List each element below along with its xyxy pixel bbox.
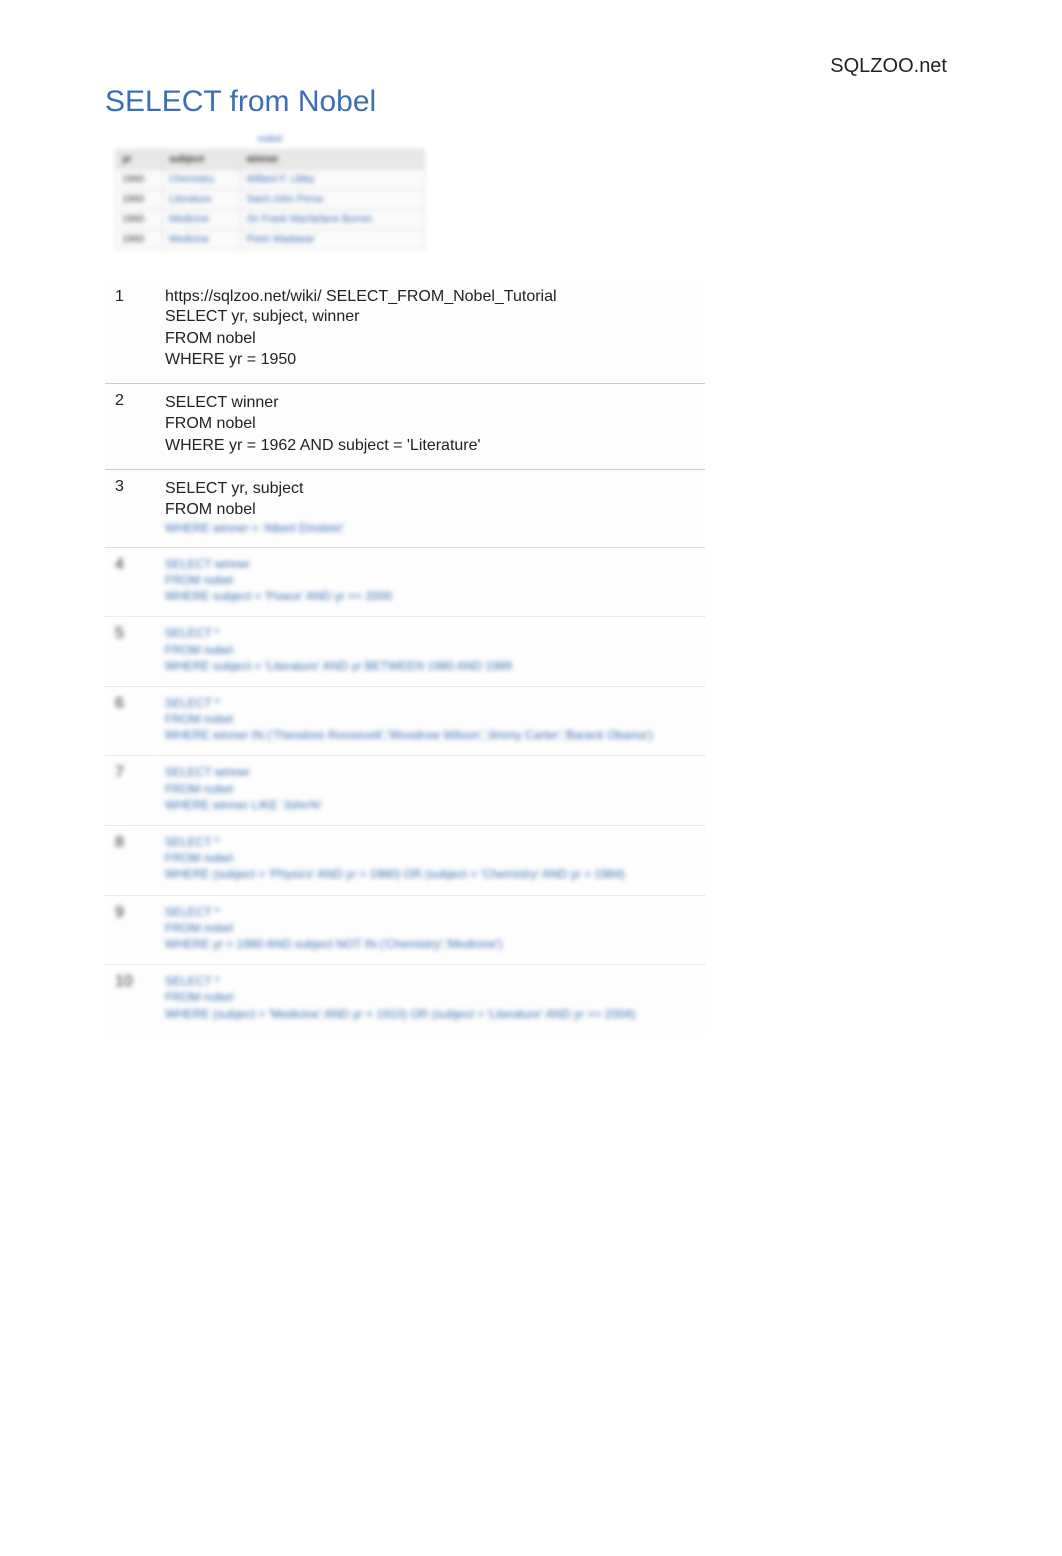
answer-number: 2 — [105, 383, 155, 469]
table-cell: Literature — [163, 190, 240, 210]
sql-query: SELECT * FROM nobel WHERE subject = 'Lit… — [165, 625, 695, 674]
sql-query: SELECT winner FROM nobel WHERE winner LI… — [165, 764, 695, 813]
table-cell: Willard F. Libby — [240, 170, 424, 190]
table-row: 1960MedicinePeter Madawar — [116, 230, 425, 250]
sql-query-blurred-line: WHERE winner = 'Albert Einstein' — [165, 521, 695, 535]
answer-content: SELECT * FROM nobel WHERE winner IN ('Th… — [155, 686, 705, 756]
sql-answers-table: 1 https://sqlzoo.net/wiki/ SELECT_FROM_No… — [105, 280, 705, 1034]
col-yr: yr — [116, 150, 163, 170]
sql-query: SELECT * FROM nobel WHERE winner IN ('Th… — [165, 695, 695, 744]
answer-row: 1 https://sqlzoo.net/wiki/ SELECT_FROM_No… — [105, 280, 705, 383]
answer-number: 7 — [105, 756, 155, 826]
answer-row: 3SELECT yr, subject FROM nobelWHERE winn… — [105, 469, 705, 547]
table-cell: Medicine — [163, 210, 240, 230]
answer-content: SELECT winner FROM nobel WHERE yr = 1962… — [155, 383, 705, 469]
table-cell: Chemistry — [163, 170, 240, 190]
answer-row: 9SELECT * FROM nobel WHERE yr = 1980 AND… — [105, 895, 705, 965]
answer-number: 4 — [105, 547, 155, 617]
col-winner: winner — [240, 150, 424, 170]
answer-number: 6 — [105, 686, 155, 756]
answer-row: 4SELECT winner FROM nobel WHERE subject … — [105, 547, 705, 617]
sql-query: SELECT yr, subject FROM nobel — [165, 478, 695, 521]
table-row: 1960MedicineSir Frank Macfarlane Burnet — [116, 210, 425, 230]
table-cell: 1960 — [116, 210, 163, 230]
table-cell: Peter Madawar — [240, 230, 424, 250]
col-subject: subject — [163, 150, 240, 170]
sql-query: SELECT winner FROM nobel WHERE subject =… — [165, 556, 695, 605]
answer-content: SELECT * FROM nobel WHERE (subject = 'Me… — [155, 965, 705, 1034]
answer-number: 9 — [105, 895, 155, 965]
answer-row: 10SELECT * FROM nobel WHERE (subject = '… — [105, 965, 705, 1034]
answer-row: 6SELECT * FROM nobel WHERE winner IN ('T… — [105, 686, 705, 756]
answer-content: SELECT * FROM nobel WHERE subject = 'Lit… — [155, 617, 705, 687]
main-content: SELECT from Nobel nobel yr subject winne… — [105, 85, 955, 1034]
sample-nobel-table: yr subject winner 1960ChemistryWillard F… — [115, 149, 425, 250]
sql-query: SELECT * FROM nobel WHERE (subject = 'Ph… — [165, 834, 695, 883]
answer-content: SELECT winner FROM nobel WHERE winner LI… — [155, 756, 705, 826]
answer-content: SELECT * FROM nobel WHERE yr = 1980 AND … — [155, 895, 705, 965]
table-cell: Saint-John Perse — [240, 190, 424, 210]
sql-query: SELECT * FROM nobel WHERE (subject = 'Me… — [165, 973, 695, 1022]
table-cell: 1960 — [116, 170, 163, 190]
table-cell: Medicine — [163, 230, 240, 250]
sample-table-caption: nobel — [115, 134, 425, 145]
table-cell: 1960 — [116, 190, 163, 210]
sql-query: SELECT winner FROM nobel WHERE yr = 1962… — [165, 392, 695, 457]
page-title: SELECT from Nobel — [105, 85, 955, 119]
table-row: 1960ChemistryWillard F. Libby — [116, 170, 425, 190]
answer-number: 3 — [105, 469, 155, 547]
table-row: 1960LiteratureSaint-John Perse — [116, 190, 425, 210]
answer-row: 8SELECT * FROM nobel WHERE (subject = 'P… — [105, 826, 705, 896]
sql-query: SELECT * FROM nobel WHERE yr = 1980 AND … — [165, 904, 695, 953]
answer-content: SELECT yr, subject FROM nobelWHERE winne… — [155, 469, 705, 547]
answer-content: SELECT winner FROM nobel WHERE subject =… — [155, 547, 705, 617]
table-cell: 1960 — [116, 230, 163, 250]
tutorial-url: https://sqlzoo.net/wiki/ SELECT_FROM_Nob… — [165, 288, 695, 306]
answer-number: 10 — [105, 965, 155, 1034]
answer-content: https://sqlzoo.net/wiki/ SELECT_FROM_Nob… — [155, 280, 705, 383]
answer-content: SELECT * FROM nobel WHERE (subject = 'Ph… — [155, 826, 705, 896]
sql-query: SELECT yr, subject, winner FROM nobel WH… — [165, 306, 695, 371]
answer-number: 5 — [105, 617, 155, 687]
site-name-header: SQLZOO.net — [830, 55, 947, 78]
answer-number: 8 — [105, 826, 155, 896]
answer-row: 2SELECT winner FROM nobel WHERE yr = 196… — [105, 383, 705, 469]
answer-number: 1 — [105, 280, 155, 383]
sample-table-container: nobel yr subject winner 1960ChemistryWil… — [115, 134, 425, 250]
answer-row: 5SELECT * FROM nobel WHERE subject = 'Li… — [105, 617, 705, 687]
answer-row: 7SELECT winner FROM nobel WHERE winner L… — [105, 756, 705, 826]
table-cell: Sir Frank Macfarlane Burnet — [240, 210, 424, 230]
table-header-row: yr subject winner — [116, 150, 425, 170]
